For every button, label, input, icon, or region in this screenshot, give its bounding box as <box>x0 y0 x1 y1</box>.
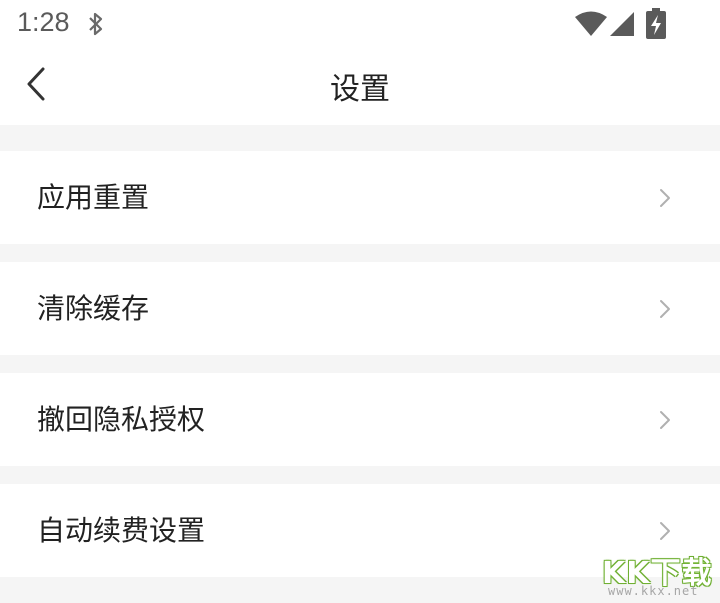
settings-item-auto-renewal[interactable]: 自动续费设置 <box>0 484 720 577</box>
settings-item-label: 自动续费设置 <box>37 514 206 547</box>
chevron-right-icon <box>660 411 670 429</box>
page-title: 设置 <box>330 72 390 107</box>
settings-item-label: 清除缓存 <box>37 292 150 325</box>
chevron-right-icon <box>660 522 670 540</box>
wifi-icon <box>575 11 607 36</box>
watermark-url: www.kkx.net <box>608 584 699 598</box>
battery-charging-icon <box>646 8 666 39</box>
chevron-right-icon <box>660 189 670 207</box>
settings-item-label: 撤回隐私授权 <box>37 403 206 436</box>
bluetooth-icon <box>89 12 103 36</box>
settings-item-app-reset[interactable]: 应用重置 <box>0 151 720 244</box>
settings-item-clear-cache[interactable]: 清除缓存 <box>0 262 720 355</box>
settings-item-revoke-privacy[interactable]: 撤回隐私授权 <box>0 373 720 466</box>
status-time: 1:28 <box>17 7 70 37</box>
chevron-right-icon <box>660 300 670 318</box>
settings-item-label: 应用重置 <box>37 181 150 214</box>
signal-icon <box>610 12 634 36</box>
status-bar: 1:28 <box>0 0 720 50</box>
app-bar: 设置 <box>0 50 720 125</box>
